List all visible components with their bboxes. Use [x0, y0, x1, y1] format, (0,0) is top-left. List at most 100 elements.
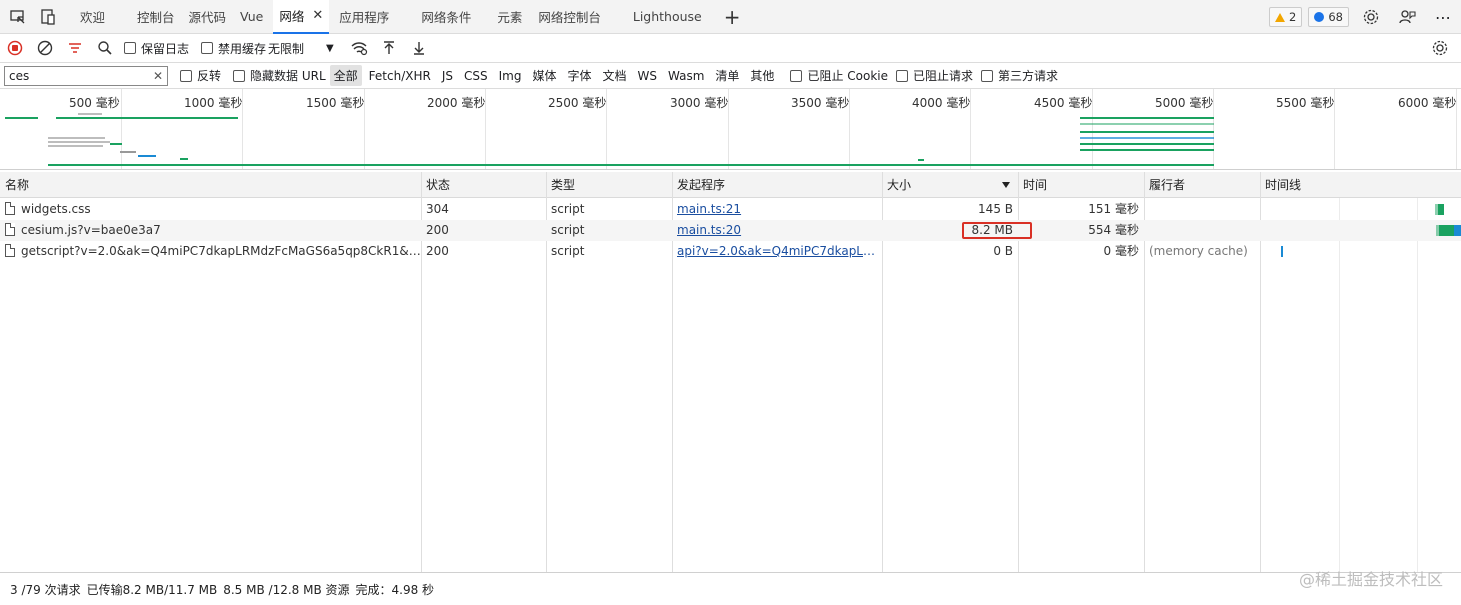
filter-type-other[interactable]: 其他 [746, 65, 778, 86]
filter-type-media[interactable]: 媒体 [528, 65, 560, 86]
request-count: 3 /79 次请求 [10, 582, 81, 597]
filter-input-value: ces [9, 68, 30, 83]
request-name: getscript?v=2.0&ak=Q4miPC7dkapLRMdzFcMaG… [21, 244, 421, 258]
filter-type-manifest[interactable]: 清单 [711, 65, 743, 86]
tab-sources[interactable]: 源代码 [185, 0, 231, 34]
inspect-element-icon[interactable] [6, 5, 30, 29]
warnings-badge[interactable]: 2 [1269, 7, 1303, 27]
hide-data-url-checkbox[interactable]: 隐藏数据 URL [233, 67, 326, 84]
table-row[interactable]: cesium.js?v=bae0e3a7 200 script main.ts:… [0, 220, 1461, 241]
request-size: 0 B [993, 244, 1013, 258]
filter-type-js[interactable]: JS [438, 67, 457, 85]
filter-type-all[interactable]: 全部 [329, 65, 362, 86]
filter-bar: ces ✕ 反转 隐藏数据 URL 全部 Fetch/XHR JS CSS Im… [0, 63, 1461, 89]
waterfall-bar [1454, 225, 1461, 236]
tab-vue[interactable]: Vue [230, 0, 273, 34]
tab-console[interactable]: 控制台 [127, 0, 185, 34]
column-header-name[interactable]: 名称 [0, 172, 421, 198]
add-tab-icon[interactable]: + [724, 5, 741, 29]
overview-tick-label: 2500 毫秒 [548, 96, 607, 110]
record-stop-icon[interactable] [0, 34, 30, 63]
tab-network-conditions[interactable]: 网络条件 [411, 0, 481, 34]
feedback-icon[interactable] [1395, 5, 1419, 29]
filter-type-doc[interactable]: 文档 [599, 65, 631, 86]
overview-request-bar [120, 151, 136, 153]
filter-type-wasm[interactable]: Wasm [664, 67, 708, 85]
network-conditions-icon[interactable] [344, 34, 374, 63]
column-header-time[interactable]: 时间 [1018, 172, 1144, 198]
throttling-select[interactable]: 无限制 ▼ [268, 40, 334, 57]
overview-request-bar [5, 117, 38, 119]
request-time: 151 毫秒 [1088, 202, 1139, 216]
filter-type-font[interactable]: 字体 [563, 65, 595, 86]
filter-type-css[interactable]: CSS [460, 67, 492, 85]
blocked-requests-checkbox[interactable]: 已阻止请求 [895, 67, 973, 84]
close-tab-icon[interactable]: ✕ [312, 8, 323, 23]
third-party-checkbox[interactable]: 第三方请求 [981, 67, 1058, 84]
request-fulfiller: (memory cache) [1149, 244, 1248, 258]
export-har-icon[interactable] [404, 34, 434, 63]
blocked-cookies-checkbox[interactable]: 已阻止 Cookie [790, 67, 888, 84]
column-header-status[interactable]: 状态 [421, 172, 546, 198]
request-status: 200 [426, 244, 449, 258]
disable-cache-checkbox[interactable]: 禁用缓存 [201, 40, 266, 57]
tab-welcome[interactable]: 欢迎 [70, 0, 115, 34]
overview-request-bar [48, 164, 1214, 166]
overview-gridline [121, 89, 122, 169]
disable-cache-label: 禁用缓存 [218, 41, 267, 56]
column-header-waterfall[interactable]: 时间线 [1260, 172, 1460, 198]
request-name-cell: widgets.css [0, 199, 421, 220]
network-settings-gear-icon[interactable] [1425, 34, 1455, 63]
network-overview-timeline[interactable]: 500 毫秒 1000 毫秒 1500 毫秒 2000 毫秒 2500 毫秒 3… [0, 89, 1461, 170]
column-header-size[interactable]: 大小 [882, 172, 1018, 198]
preserve-log-label: 保留日志 [141, 41, 190, 56]
settings-gear-icon[interactable] [1359, 5, 1383, 29]
clear-icon[interactable] [30, 34, 60, 63]
third-party-label: 第三方请求 [998, 69, 1059, 83]
tab-application[interactable]: 应用程序 [329, 0, 399, 34]
request-name: cesium.js?v=bae0e3a7 [21, 223, 161, 237]
table-row[interactable]: widgets.css 304 script main.ts:21 145 B … [0, 199, 1461, 220]
filter-type-img[interactable]: Img [495, 67, 526, 85]
request-name-cell: cesium.js?v=bae0e3a7 [0, 220, 421, 241]
invert-checkbox[interactable]: 反转 [180, 67, 221, 84]
request-initiator-link[interactable]: api?v=2.0&ak=Q4miPC7dkapLRMd... [672, 241, 878, 262]
tab-elements[interactable]: 元素 [491, 0, 528, 34]
request-initiator-link[interactable]: main.ts:21 [672, 199, 882, 220]
filter-icon[interactable] [60, 34, 90, 63]
overview-request-bar [918, 159, 924, 161]
column-header-initiator[interactable]: 发起程序 [672, 172, 882, 198]
device-toolbar-icon[interactable] [36, 5, 60, 29]
overview-request-bar [48, 145, 103, 147]
overview-request-bar [1080, 137, 1214, 139]
warning-icon [1275, 12, 1286, 22]
preserve-log-checkbox[interactable]: 保留日志 [124, 40, 189, 57]
network-toolbar: 保留日志 禁用缓存 无限制 ▼ [0, 34, 1461, 63]
overview-request-bar [1080, 123, 1214, 125]
request-status: 200 [426, 223, 449, 237]
column-header-fulfiller[interactable]: 履行者 [1144, 172, 1261, 198]
blocked-cookies-label: 已阻止 Cookie [807, 69, 888, 83]
overview-tick-label: 5500 毫秒 [1276, 96, 1335, 110]
filter-type-ws[interactable]: WS [634, 67, 661, 85]
tab-network-console[interactable]: 网络控制台 [528, 0, 611, 34]
clear-filter-icon[interactable]: ✕ [153, 69, 163, 83]
request-type: script [551, 244, 585, 258]
file-icon [5, 223, 15, 236]
request-initiator-link[interactable]: main.ts:20 [672, 220, 882, 241]
filter-type-fetch-xhr[interactable]: Fetch/XHR [365, 67, 435, 85]
import-har-icon[interactable] [374, 34, 404, 63]
checkbox-box [790, 69, 803, 82]
warnings-count: 2 [1289, 10, 1297, 24]
tab-lighthouse[interactable]: Lighthouse [623, 0, 712, 34]
messages-badge[interactable]: 68 [1308, 7, 1349, 27]
table-row[interactable]: getscript?v=2.0&ak=Q4miPC7dkapLRMdzFcMaG… [0, 241, 1461, 262]
search-icon[interactable] [90, 34, 120, 63]
column-header-type[interactable]: 类型 [546, 172, 672, 198]
more-options-icon[interactable]: ⋯ [1431, 5, 1455, 29]
tab-network[interactable]: 网络 ✕ [273, 0, 330, 34]
overview-tick-label: 500 毫秒 [69, 96, 120, 110]
overview-request-bar [1080, 131, 1214, 133]
overview-tick-label: 5000 毫秒 [1155, 96, 1214, 110]
filter-input[interactable]: ces ✕ [4, 65, 168, 86]
